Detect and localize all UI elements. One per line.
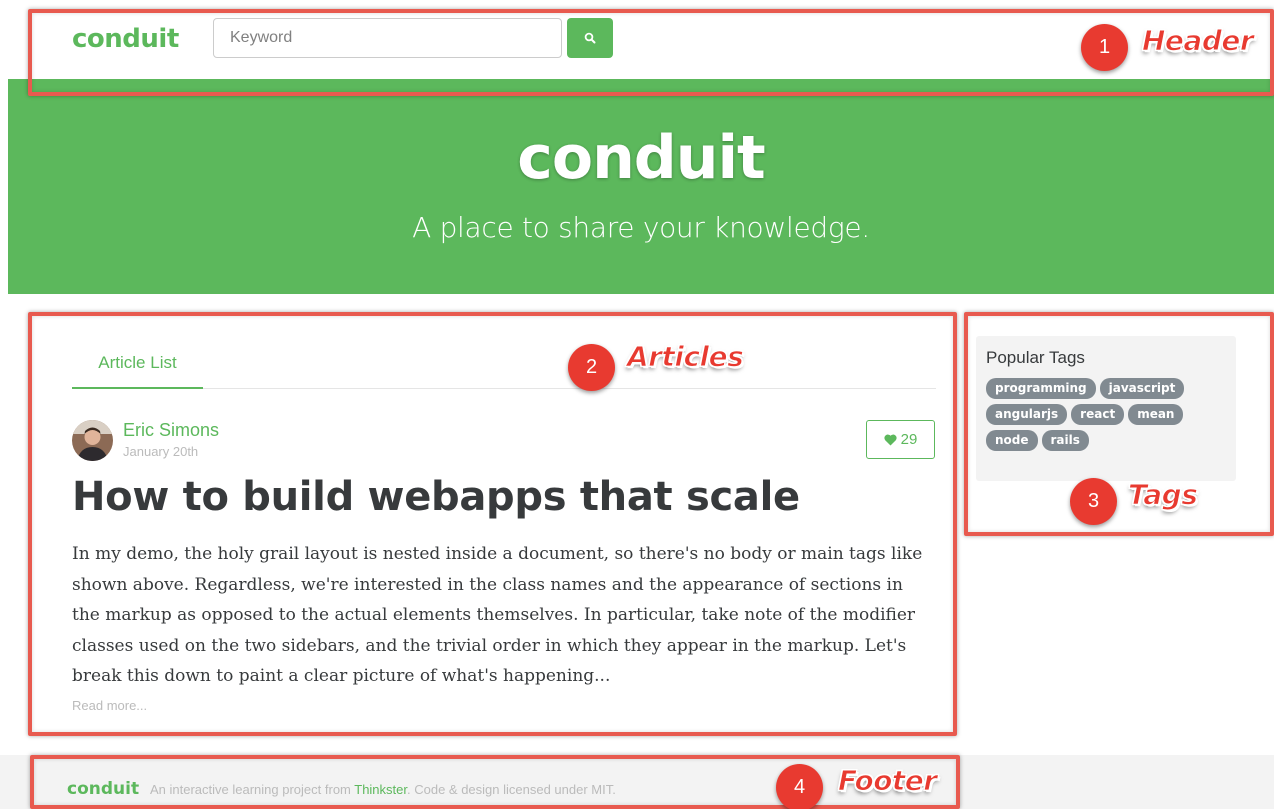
banner-title: conduit (517, 123, 765, 193)
article-preview: In my demo, the holy grail layout is nes… (72, 544, 923, 686)
articles-section: Article List Eric Simons January 20th 29… (30, 314, 955, 734)
tag-list: programming javascript angularjs react m… (986, 378, 1196, 451)
hero-banner: conduit A place to share your knowledge. (8, 79, 1274, 294)
banner-subtitle: A place to share your knowledge. (412, 211, 870, 244)
annotation-label-header: Header (1141, 24, 1254, 58)
article-title[interactable]: How to build webapps that scale (72, 474, 800, 520)
annotation-label-footer: Footer (838, 764, 938, 798)
heart-icon (884, 434, 897, 445)
footer: conduit An interactive learning project … (0, 755, 1274, 809)
feed-tabs: Article List (72, 338, 936, 389)
footer-thinkster-link[interactable]: Thinkster (354, 782, 407, 797)
popular-tags-panel: Popular Tags programming javascript angu… (976, 336, 1236, 481)
tag-pill[interactable]: mean (1128, 404, 1184, 425)
favorite-count: 29 (900, 431, 918, 448)
popular-tags-title: Popular Tags (986, 348, 1085, 367)
annotation-badge-articles: 2 (568, 344, 615, 391)
author-name[interactable]: Eric Simons (123, 420, 219, 441)
tags-sidebar: Popular Tags programming javascript angu… (966, 314, 1274, 534)
annotation-badge-tags: 3 (1070, 478, 1117, 525)
tag-pill[interactable]: javascript (1099, 378, 1185, 399)
read-more-link[interactable]: Read more... (72, 698, 147, 713)
footer-brand[interactable]: conduit (67, 779, 139, 799)
navbar-brand[interactable]: conduit (72, 24, 179, 54)
footer-attribution: An interactive learning project from Thi… (150, 782, 616, 797)
search-button[interactable] (567, 18, 613, 58)
tag-pill[interactable]: node (986, 430, 1038, 451)
footer-text-after: . Code & design licensed under MIT. (407, 782, 616, 797)
favorite-button[interactable]: 29 (866, 420, 935, 459)
annotation-badge-footer: 4 (776, 764, 823, 809)
search-input[interactable] (213, 18, 562, 58)
tag-pill[interactable]: react (1071, 404, 1125, 425)
tab-article-list[interactable]: Article List (72, 338, 203, 389)
tag-pill[interactable]: programming (986, 378, 1096, 399)
annotation-label-tags: Tags (1127, 478, 1198, 512)
article-date: January 20th (123, 444, 199, 459)
annotation-label-articles: Articles (626, 340, 744, 374)
author-avatar[interactable] (72, 420, 113, 461)
tag-pill[interactable]: angularjs (986, 404, 1068, 425)
annotation-badge-header: 1 (1081, 24, 1128, 71)
tag-pill[interactable]: rails (1041, 430, 1089, 451)
footer-text-before: An interactive learning project from (150, 782, 355, 797)
search-icon (584, 32, 596, 44)
